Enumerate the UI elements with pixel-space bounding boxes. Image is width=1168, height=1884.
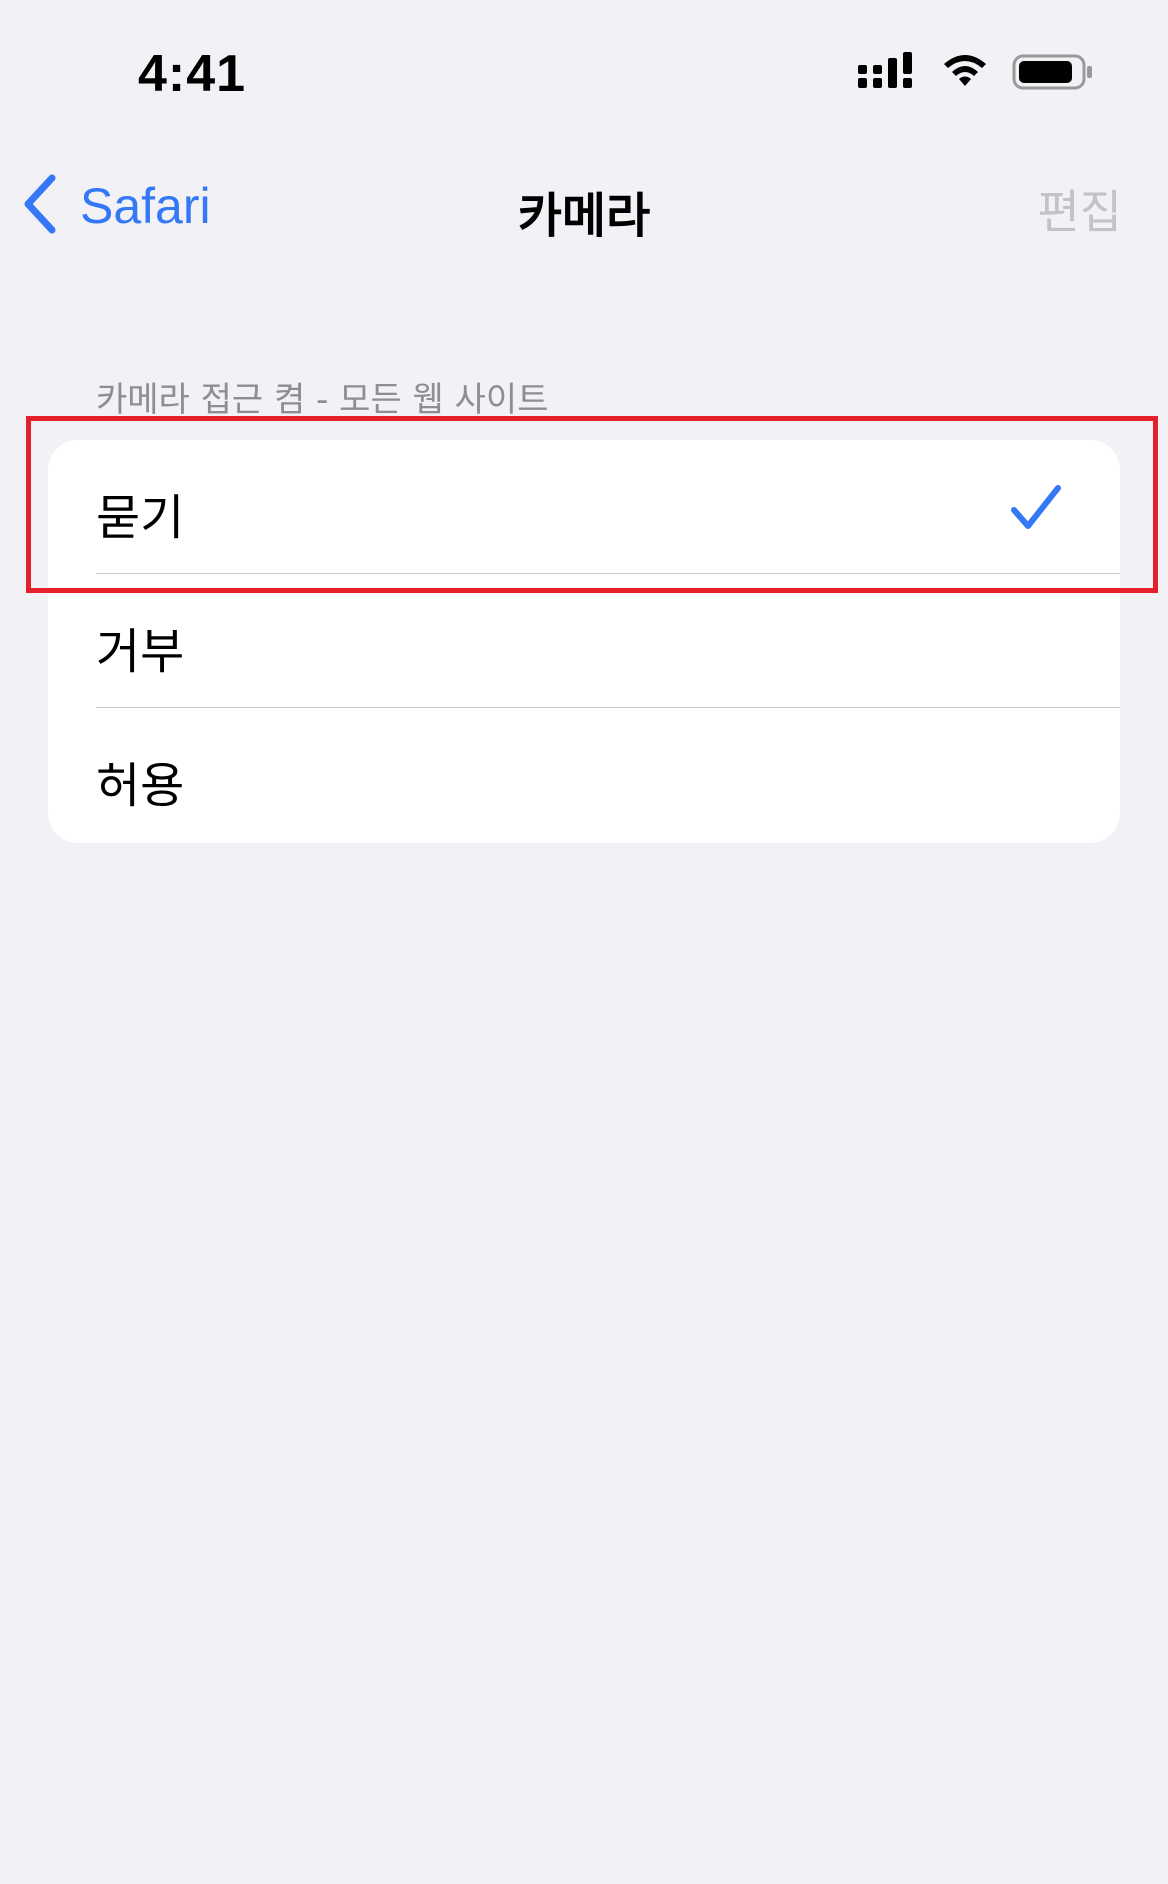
options-group: 묻기 거부 허용 xyxy=(48,440,1120,843)
chevron-left-icon xyxy=(22,174,58,238)
option-ask[interactable]: 묻기 xyxy=(48,440,1120,574)
option-label: 거부 xyxy=(96,624,185,680)
edit-button[interactable]: 편집 xyxy=(1037,176,1122,242)
option-label: 묻기 xyxy=(96,490,185,546)
option-label: 허용 xyxy=(96,758,185,814)
cellular-signal-icon xyxy=(858,52,918,92)
status-icons xyxy=(858,52,1094,92)
section-header: 카메라 접근 켬 - 모든 웹 사이트 xyxy=(96,380,549,420)
status-time: 4:41 xyxy=(138,45,247,103)
back-button-label: Safari xyxy=(80,178,211,234)
battery-icon xyxy=(1012,52,1094,92)
wifi-icon xyxy=(940,52,990,92)
status-bar: 4:41 xyxy=(0,0,1168,150)
option-allow[interactable]: 허용 xyxy=(48,708,1120,842)
nav-bar: 카메라 Safari 편집 xyxy=(0,150,1168,270)
back-button[interactable]: Safari xyxy=(22,174,211,238)
checkmark-icon xyxy=(1010,484,1062,536)
option-deny[interactable]: 거부 xyxy=(48,574,1120,708)
